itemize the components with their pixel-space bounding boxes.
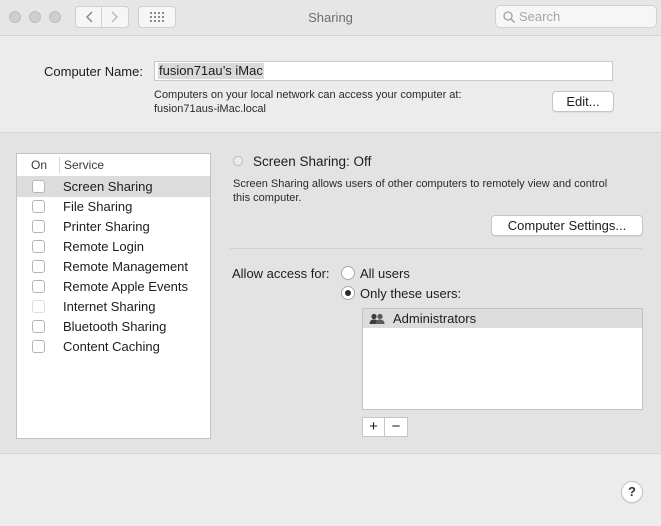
computer-name-value: fusion71au’s iMac [158,63,264,79]
service-label: Internet Sharing [63,299,156,314]
computer-name-section [0,36,661,132]
service-checkbox[interactable] [32,200,45,213]
service-checkbox[interactable] [32,280,45,293]
service-label: Remote Login [63,239,144,254]
network-info-text: Computers on your local network can acce… [154,89,462,101]
separator [230,248,642,249]
service-list[interactable]: On Service Screen Sharing File Sharing P… [16,153,211,439]
service-checkbox[interactable] [32,220,45,233]
allow-access-label: Allow access for: [232,266,330,281]
service-row-printer-sharing[interactable]: Printer Sharing [17,217,210,237]
computer-settings-button[interactable]: Computer Settings... [491,215,643,236]
service-label: File Sharing [63,199,133,214]
search-field[interactable]: Search [495,5,657,28]
service-checkbox[interactable] [32,260,45,273]
column-service-header[interactable]: Service [64,158,104,172]
service-row-remote-login[interactable]: Remote Login [17,237,210,257]
all-users-radio[interactable] [341,266,355,280]
service-label: Printer Sharing [63,219,150,234]
service-status: Screen Sharing: Off [253,154,372,169]
column-on-header[interactable]: On [31,158,47,172]
status-indicator-icon [233,156,243,166]
service-row-bluetooth-sharing[interactable]: Bluetooth Sharing [17,317,210,337]
user-row[interactable]: Administrators [363,309,642,328]
service-label: Screen Sharing [63,179,153,194]
service-label: Remote Management [63,259,189,274]
service-checkbox[interactable] [32,240,45,253]
all-users-label[interactable]: All users [360,266,410,281]
title-bar: Sharing Search [0,0,661,36]
only-these-users-label[interactable]: Only these users: [360,286,461,301]
service-row-content-caching[interactable]: Content Caching [17,337,210,357]
add-user-button[interactable]: + [362,417,385,437]
computer-name-label: Computer Name: [44,64,143,79]
only-these-users-radio[interactable] [341,286,355,300]
service-label: Content Caching [63,339,160,354]
service-row-remote-management[interactable]: Remote Management [17,257,210,277]
service-checkbox[interactable] [32,340,45,353]
help-button[interactable]: ? [621,481,643,503]
column-divider [59,157,60,173]
edit-button[interactable]: Edit... [552,91,614,112]
remove-user-button[interactable]: − [385,417,408,437]
service-description-line1: Screen Sharing allows users of other com… [233,178,608,190]
computer-name-field[interactable]: fusion71au’s iMac [154,61,613,81]
service-description-line2: this computer. [233,192,302,204]
users-list[interactable]: Administrators [362,308,643,410]
service-checkbox[interactable] [32,320,45,333]
group-icon [369,313,385,324]
service-row-remote-apple-events[interactable]: Remote Apple Events [17,277,210,297]
local-hostname: fusion71aus-iMac.local [154,103,266,115]
service-list-header: On Service [17,154,210,177]
service-label: Remote Apple Events [63,279,189,294]
search-placeholder: Search [519,9,561,24]
user-name: Administrators [393,311,477,326]
service-row-internet-sharing[interactable]: Internet Sharing [17,297,210,317]
service-checkbox [32,300,45,313]
service-row-screen-sharing[interactable]: Screen Sharing [17,177,210,197]
search-icon [503,11,515,23]
service-row-file-sharing[interactable]: File Sharing [17,197,210,217]
service-checkbox[interactable] [32,180,45,193]
service-label: Bluetooth Sharing [63,319,167,334]
